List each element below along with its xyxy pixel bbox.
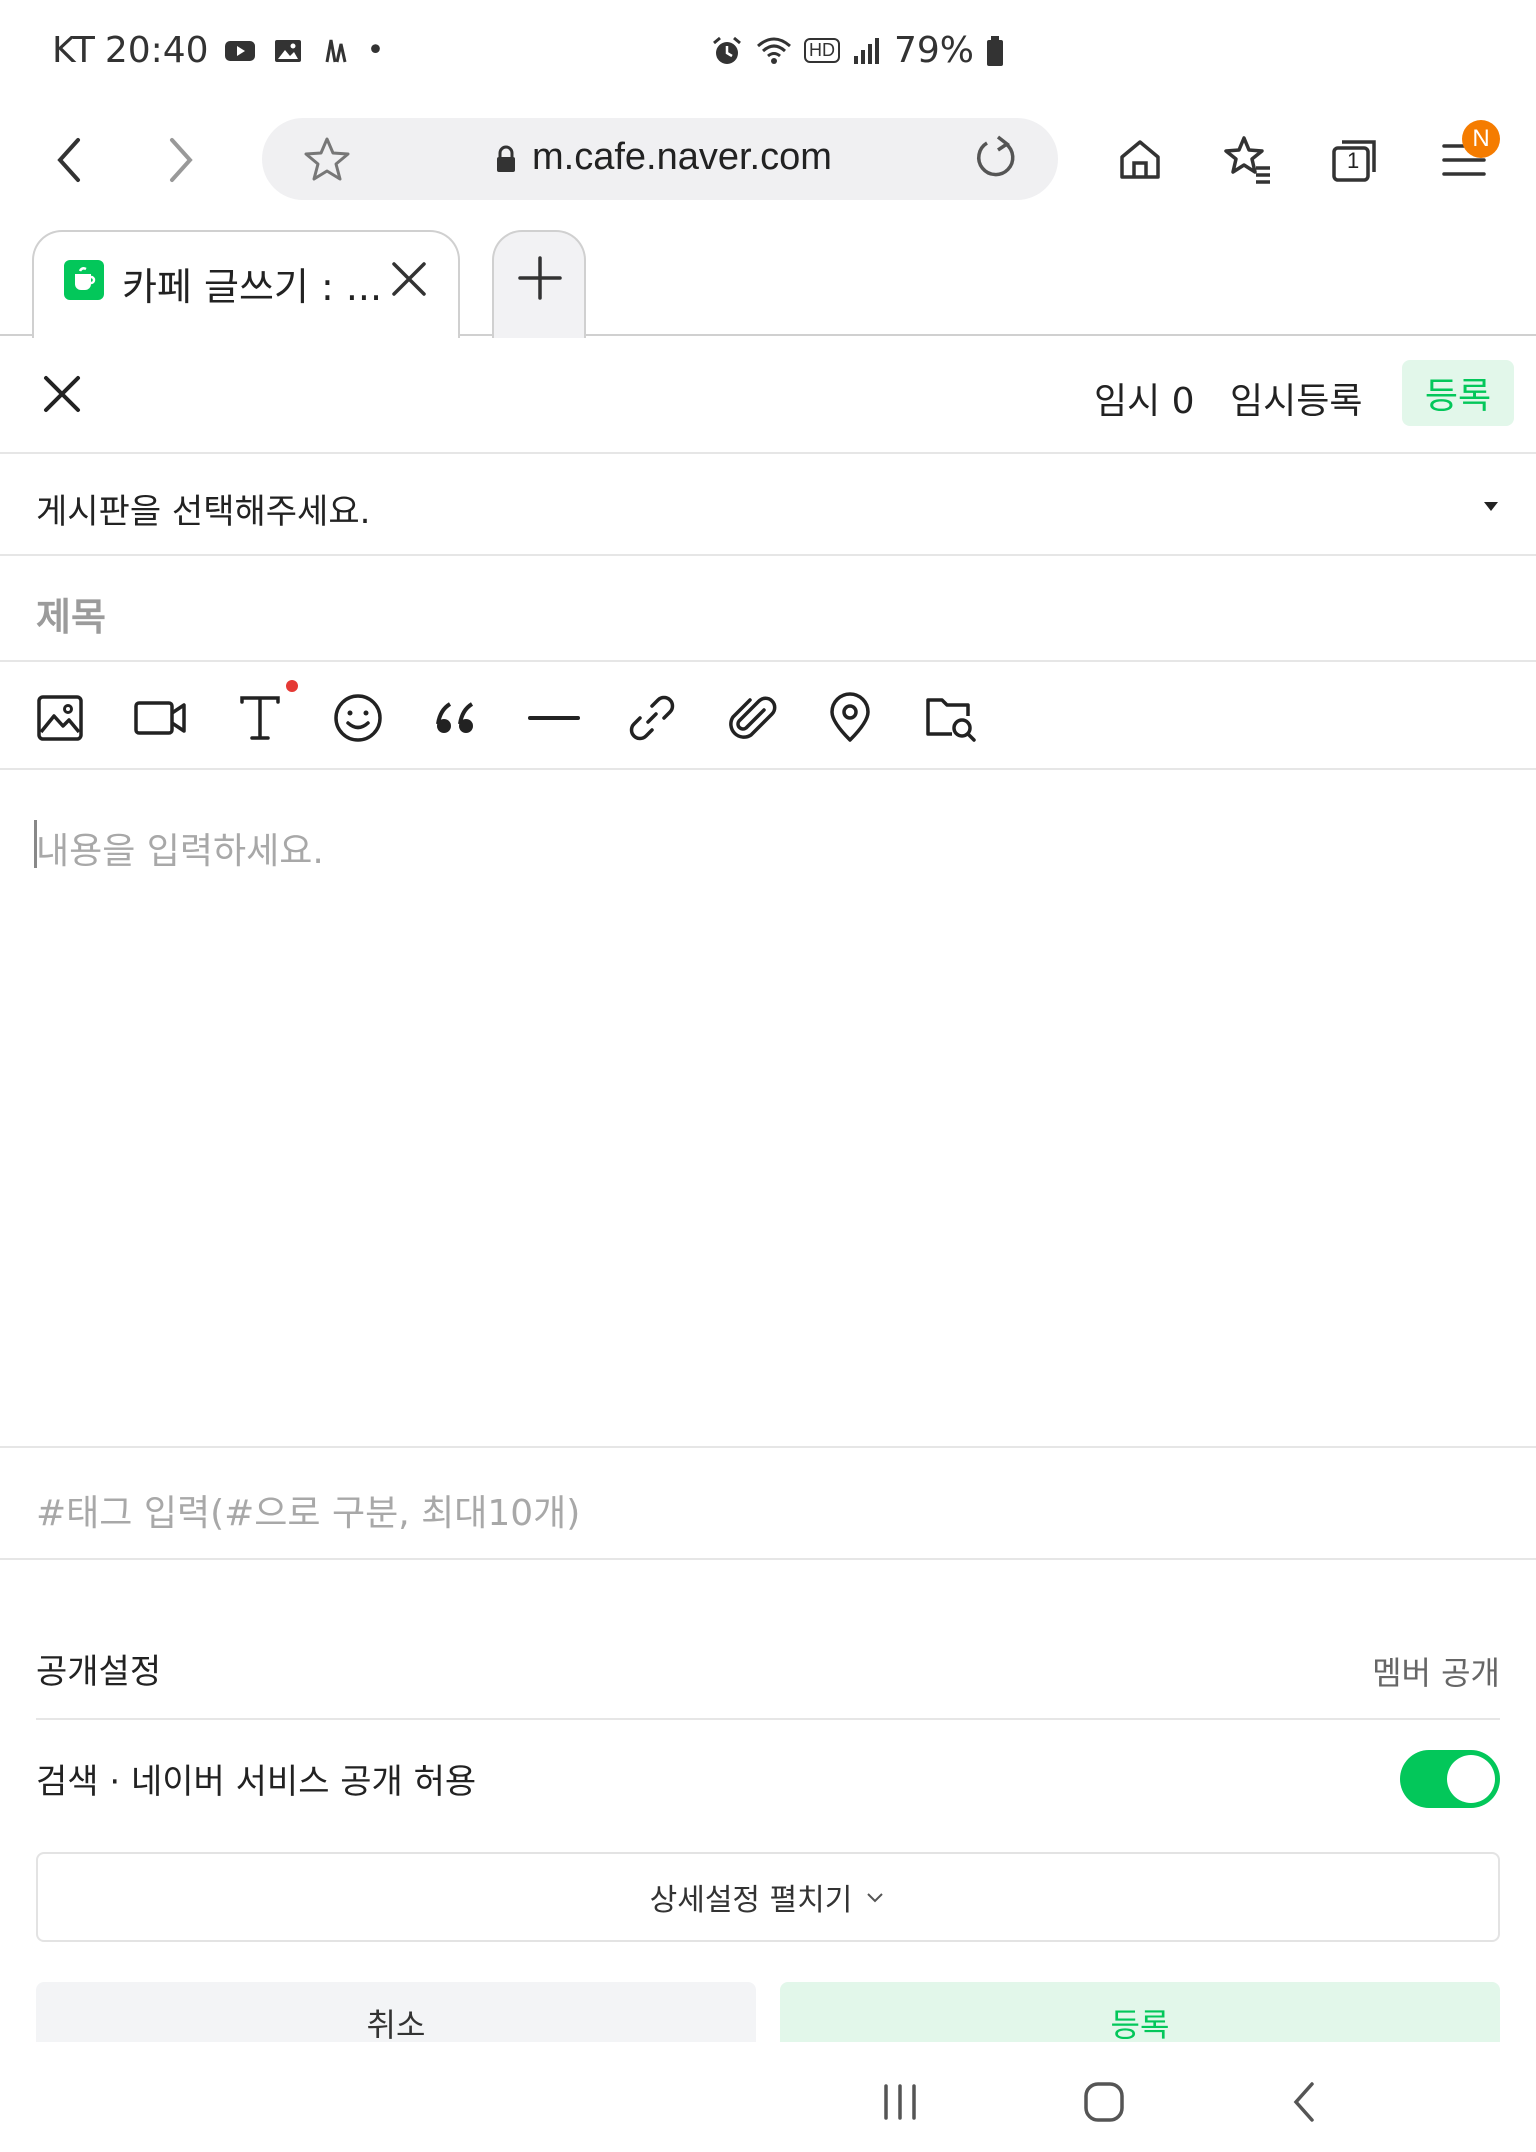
search-allow-label: 검색 · 네이버 서비스 공개 허용	[36, 1762, 477, 1802]
close-editor-icon[interactable]	[36, 368, 88, 420]
editor-header: 임시 0 임시등록 등록	[0, 338, 1536, 454]
attach-icon[interactable]	[724, 690, 780, 746]
signal-icon	[850, 34, 884, 68]
submit-button-bottom[interactable]: 등록	[780, 1982, 1500, 2042]
tab-strip: 카페 글쓰기 : ...	[0, 228, 1536, 338]
address-bar[interactable]: m.cafe.naver.com	[262, 118, 1058, 200]
browser-toolbar: m.cafe.naver.com 1	[0, 108, 1536, 210]
recent-apps-icon[interactable]	[872, 2074, 928, 2130]
board-select-dropdown[interactable]: 게시판을 선택해주세요.	[0, 456, 1536, 556]
visibility-label: 공개설정	[36, 1652, 162, 1692]
status-left: KT 20:40 •	[52, 30, 384, 71]
cafe-favicon-icon	[64, 260, 104, 300]
hd-badge: HD	[804, 38, 840, 63]
title-input[interactable]: 제목	[0, 558, 1536, 662]
quote-icon[interactable]	[428, 690, 484, 746]
tab-title: 카페 글쓰기 : ...	[122, 265, 383, 309]
search-allow-setting: 검색 · 네이버 서비스 공개 허용	[36, 1720, 1500, 1830]
search-library-icon[interactable]	[922, 690, 978, 746]
tab-cafe-write[interactable]: 카페 글쓰기 : ...	[32, 230, 460, 338]
board-select-label: 게시판을 선택해주세요.	[36, 492, 371, 532]
forward-button[interactable]	[148, 128, 212, 192]
home-button[interactable]	[1108, 128, 1172, 192]
bookmarks-button[interactable]	[1216, 128, 1280, 192]
caret-down-icon	[1484, 502, 1498, 511]
status-bar: KT 20:40 • HD 79%	[0, 0, 1536, 104]
chevron-right-icon	[170, 138, 193, 182]
lock-icon	[494, 144, 518, 174]
battery-icon	[984, 34, 1006, 68]
image-icon[interactable]	[32, 690, 88, 746]
expand-settings-label: 상세설정 펼치기	[649, 1883, 853, 1918]
home-icon	[1120, 140, 1160, 179]
bottom-actions: 취소 등록	[36, 1982, 1500, 2042]
tabs-button[interactable]: 1	[1324, 128, 1388, 192]
wifi-icon	[754, 34, 794, 68]
new-feature-dot	[286, 680, 298, 692]
back-button[interactable]	[38, 128, 102, 192]
tab-count: 1	[1347, 148, 1360, 173]
tag-placeholder: #태그 입력(#으로 구분, 최대10개)	[36, 1493, 581, 1534]
close-tab-icon[interactable]	[386, 256, 432, 302]
divider-icon[interactable]	[526, 690, 582, 746]
text-style-icon[interactable]	[232, 690, 288, 746]
bookmark-star-icon[interactable]	[302, 134, 352, 184]
menu-notification-badge: N	[1462, 120, 1500, 158]
visibility-value[interactable]: 멤버 공개	[1372, 1648, 1500, 1694]
temp-drafts-button[interactable]: 임시 0	[1094, 372, 1195, 424]
new-tab-button[interactable]	[492, 230, 586, 338]
submit-button-top[interactable]: 등록	[1402, 360, 1514, 426]
gallery-icon	[271, 34, 305, 68]
alarm-icon	[710, 34, 744, 68]
post-settings: 공개설정 멤버 공개 검색 · 네이버 서비스 공개 허용	[36, 1610, 1500, 1830]
sticker-icon[interactable]	[330, 690, 386, 746]
plus-icon	[518, 256, 562, 300]
tag-input[interactable]: #태그 입력(#으로 구분, 최대10개)	[0, 1450, 1536, 1560]
reload-icon[interactable]	[970, 134, 1020, 184]
system-nav-bar	[0, 2044, 1536, 2152]
chevron-left-icon	[57, 138, 80, 182]
status-right: HD 79%	[710, 30, 1006, 71]
search-allow-toggle[interactable]	[1400, 1750, 1500, 1808]
home-nav-icon[interactable]	[1076, 2074, 1132, 2130]
content-placeholder: 내용을 입력하세요.	[36, 831, 324, 872]
cancel-button[interactable]: 취소	[36, 1982, 756, 2042]
expand-settings-button[interactable]: 상세설정 펼치기	[36, 1852, 1500, 1942]
more-notifications-dot: •	[366, 33, 385, 68]
editor-toolbar	[0, 664, 1536, 770]
back-nav-icon[interactable]	[1278, 2074, 1334, 2130]
link-icon[interactable]	[624, 690, 680, 746]
place-icon[interactable]	[822, 690, 878, 746]
visibility-setting[interactable]: 공개설정 멤버 공개	[36, 1610, 1500, 1720]
app-notification-icon	[319, 34, 353, 68]
toggle-knob	[1447, 1755, 1495, 1803]
content-editor[interactable]: 내용을 입력하세요.	[0, 772, 1536, 1448]
url-text: m.cafe.naver.com	[532, 136, 832, 178]
battery-percent: 79%	[894, 30, 975, 71]
video-icon[interactable]	[132, 690, 188, 746]
title-placeholder: 제목	[36, 595, 106, 639]
star-list-icon	[1224, 136, 1270, 184]
youtube-icon	[223, 34, 257, 68]
clock: 20:40	[104, 30, 209, 71]
carrier: KT	[52, 30, 95, 71]
temp-save-button[interactable]: 임시등록	[1230, 372, 1362, 424]
chevron-down-icon	[867, 1893, 884, 1903]
